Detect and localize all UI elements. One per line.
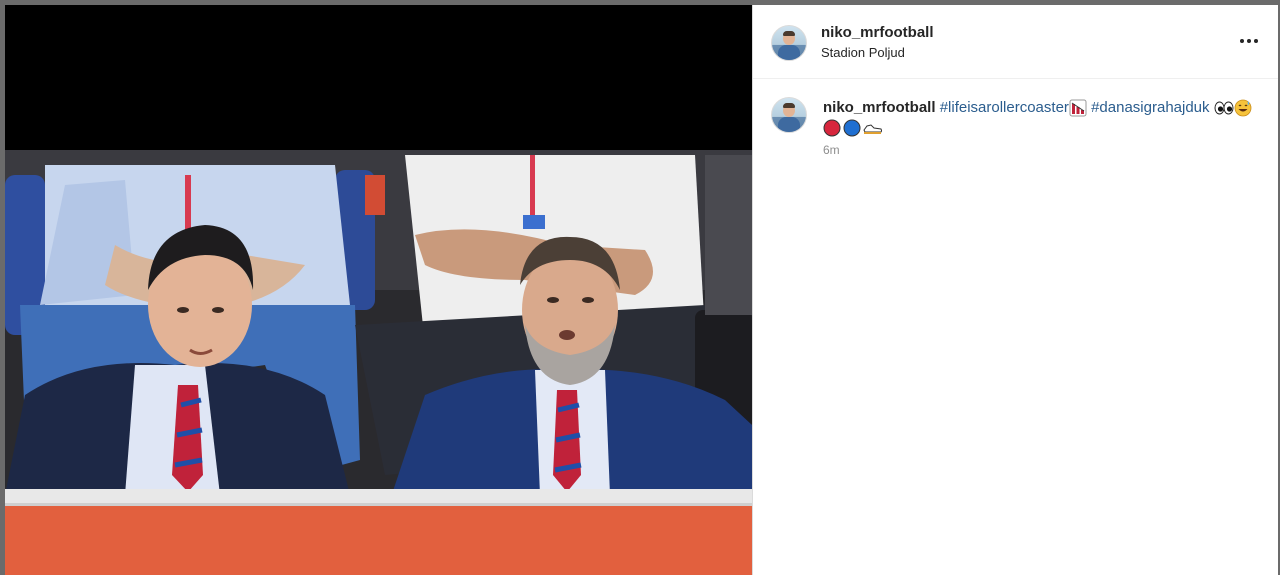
caption-comment: niko_mrfootball #lifeisarollercoaster #d… [753, 79, 1278, 179]
post-header: niko_mrfootball Stadion Poljud [753, 5, 1278, 79]
header-username[interactable]: niko_mrfootball [821, 24, 934, 41]
avatar-body [778, 45, 800, 60]
hashtag-link[interactable]: #lifeisarollercoaster [940, 99, 1069, 116]
caption-username[interactable]: niko_mrfootball [823, 99, 936, 116]
post-timestamp[interactable]: 6m [823, 143, 840, 157]
photo-canvas [5, 5, 752, 575]
avatar[interactable] [771, 25, 807, 61]
post-modal: niko_mrfootball Stadion Poljud niko_mrfo… [5, 5, 1278, 575]
chart-decreasing-icon [1069, 99, 1087, 117]
more-options-button[interactable] [1237, 31, 1261, 51]
eyes-icon [1214, 100, 1234, 116]
caption-text: niko_mrfootball #lifeisarollercoaster #d… [823, 98, 1253, 138]
avatar-hair [783, 31, 795, 36]
avatar-hair [783, 103, 795, 108]
more-icon [1254, 39, 1258, 43]
red-circle-icon [823, 119, 841, 137]
avatar[interactable] [771, 97, 807, 133]
more-icon [1240, 39, 1244, 43]
avatar-body [778, 117, 800, 132]
post-photo[interactable] [5, 5, 752, 575]
location-link[interactable]: Stadion Poljud [821, 45, 905, 60]
sneaker-icon [863, 121, 883, 135]
more-icon [1247, 39, 1251, 43]
post-side-panel: niko_mrfootball Stadion Poljud niko_mrfo… [752, 5, 1278, 575]
blue-circle-icon [843, 119, 861, 137]
hashtag-link[interactable]: #danasigrahajduk [1091, 99, 1209, 116]
grinning-sweat-icon [1234, 99, 1252, 117]
